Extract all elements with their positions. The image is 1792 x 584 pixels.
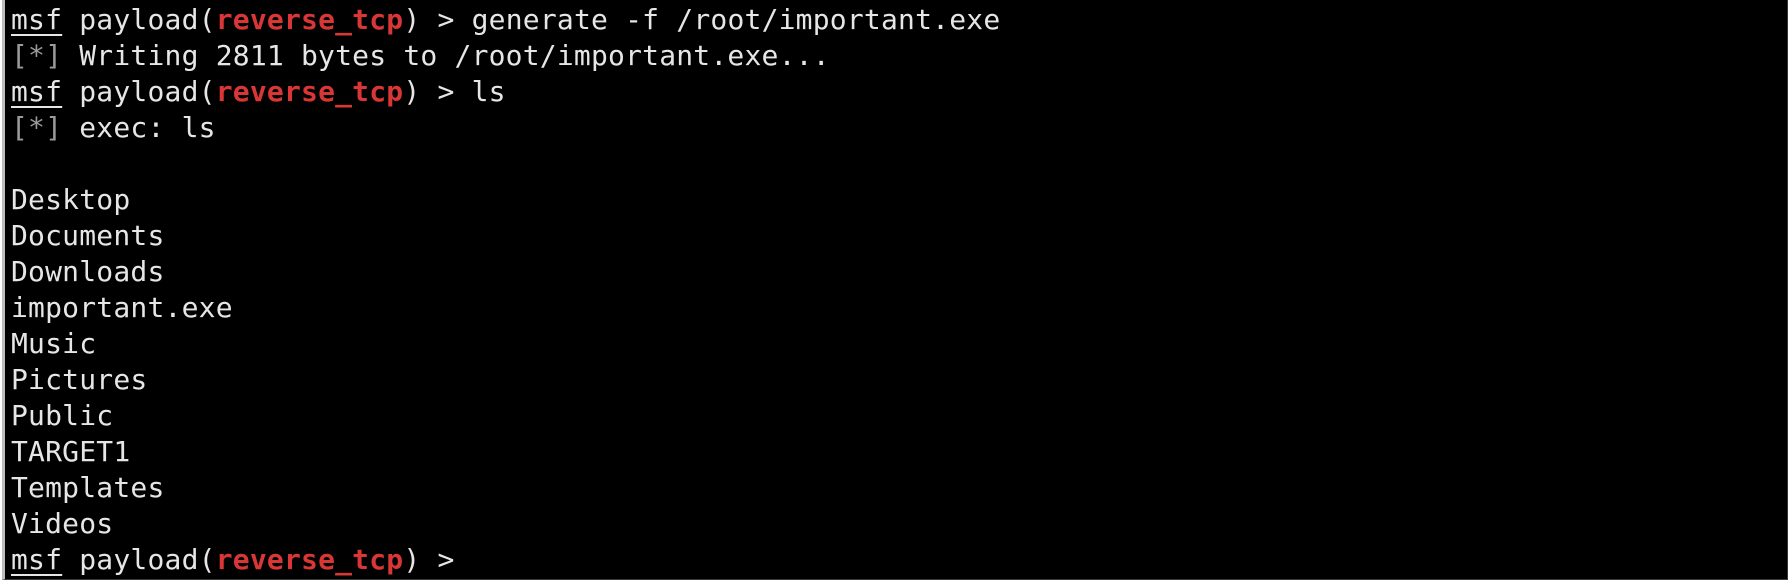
prompt-suffix: ) > [403, 543, 472, 576]
ls-output-entry: Documents [11, 219, 165, 252]
info-text: exec: ls [62, 111, 216, 144]
ls-output-entry: Pictures [11, 363, 148, 396]
msf-prompt-label: msf [11, 75, 63, 108]
ls-output-entry: Videos [11, 507, 114, 540]
command-text: ls [471, 75, 506, 108]
prompt-suffix: ) > [403, 75, 472, 108]
info-tag: [*] [11, 39, 63, 72]
prompt-prefix: payload( [62, 75, 216, 108]
terminal-window[interactable]: msf payload(reverse_tcp) > generate -f /… [2, 0, 1788, 580]
info-text: Writing 2811 bytes to /root/important.ex… [62, 39, 830, 72]
ls-output-entry: Templates [11, 471, 165, 504]
ls-output-entry: Desktop [11, 183, 131, 216]
terminal-info-line: [*] Writing 2811 bytes to /root/importan… [11, 38, 1787, 74]
info-tag: [*] [11, 111, 63, 144]
terminal-output: msf payload(reverse_tcp) > generate -f /… [11, 2, 1787, 578]
command-text: generate -f /root/important.exe [471, 3, 1001, 36]
module-name: reverse_tcp [215, 3, 404, 36]
msf-prompt-label: msf [11, 543, 63, 576]
msf-prompt-label: msf [11, 3, 63, 36]
ls-output-entry: important.exe [11, 291, 233, 324]
ls-output-entry: Public [11, 399, 114, 432]
terminal-current-prompt[interactable]: msf payload(reverse_tcp) > [11, 542, 1787, 578]
prompt-prefix: payload( [62, 543, 216, 576]
terminal-info-line: [*] exec: ls [11, 110, 1787, 146]
terminal-prompt-line: msf payload(reverse_tcp) > generate -f /… [11, 2, 1787, 38]
module-name: reverse_tcp [215, 75, 404, 108]
prompt-prefix: payload( [62, 3, 216, 36]
ls-output-entry: Music [11, 327, 97, 360]
module-name: reverse_tcp [215, 543, 404, 576]
terminal-prompt-line: msf payload(reverse_tcp) > ls [11, 74, 1787, 110]
prompt-suffix: ) > [403, 3, 472, 36]
ls-output-entry: TARGET1 [11, 435, 131, 468]
ls-output-entry: Downloads [11, 255, 165, 288]
